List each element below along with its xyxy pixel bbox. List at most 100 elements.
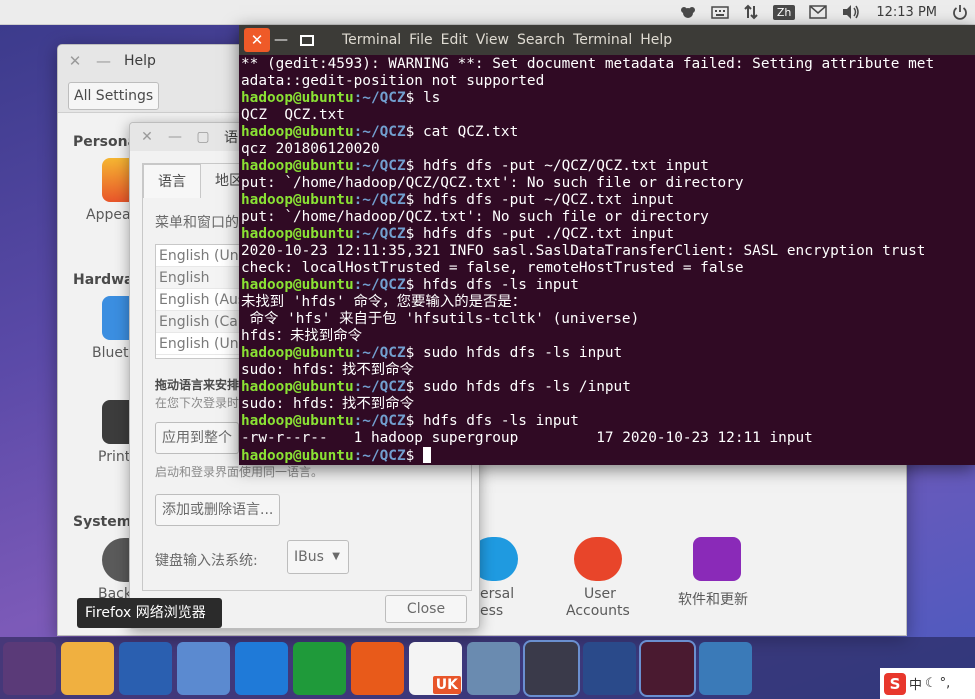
menu-file[interactable]: File [409,32,438,48]
software-updates-icon[interactable] [693,537,741,581]
power-icon[interactable] [945,0,975,25]
terminal-command-line: hadoop@ubuntu:~/QCZ$ hdfs dfs -put ./QCZ… [241,226,973,243]
appearance-label[interactable]: Appea [86,207,131,223]
close-icon[interactable]: ✕ [68,52,82,70]
terminal-output-line: check: localHostTrusted = false, remoteH… [241,260,744,276]
prompt-path: :~/QCZ [353,277,406,293]
menu-help[interactable]: Help [640,32,678,48]
comma-icon[interactable]: °, [940,676,951,691]
bluetooth-label[interactable]: Bluet [92,345,128,361]
universal-access-label[interactable]: ersal [480,586,514,602]
terminal-output[interactable]: ** (gedit:4593): WARNING **: Set documen… [239,55,975,465]
minimize-icon[interactable]: — [96,52,111,70]
close-button[interactable]: Close [385,595,467,623]
menu-edit[interactable]: Edit [441,32,474,48]
command-text: $ ls [405,90,441,106]
volume-icon[interactable] [834,0,868,25]
transfer-icon[interactable] [736,0,766,25]
menu-terminal[interactable]: Terminal [573,32,638,48]
indicator-network-icon[interactable] [672,0,704,25]
terminal-menubar: Terminal File Edit View Search Terminal … [342,32,680,48]
ime-select-value: IBus [294,549,324,565]
command-text: $ hdfs dfs -put ~/QCZ.txt input [405,192,675,208]
terminal-window[interactable]: ✕ — Terminal File Edit View Search Termi… [239,25,975,465]
prompt-user: hadoop@ubuntu [241,345,354,361]
terminal-command-line: hadoop@ubuntu:~/QCZ$ hfds dfs -ls input [241,277,973,294]
prompt-path: :~/QCZ [353,345,406,361]
close-icon[interactable]: ✕ [140,129,154,145]
wps-writer-icon[interactable] [235,641,288,695]
prompt-user: hadoop@ubuntu [241,413,354,429]
uk-badge: UK [432,675,461,694]
prompt-path: :~/QCZ [353,226,406,242]
terminal-command-line: hadoop@ubuntu:~/QCZ$ sudo hfds dfs -ls /… [241,379,973,396]
top-panel: Zh 12:13 PM [0,0,975,25]
all-settings-button[interactable]: All Settings [68,82,160,110]
terminal-command-line: hadoop@ubuntu:~/QCZ$ ls [241,90,973,107]
command-text: $ cat QCZ.txt [405,124,519,140]
prompt-user: hadoop@ubuntu [241,90,354,106]
files-icon[interactable] [61,641,114,695]
input-method-indicator[interactable]: Zh [766,0,803,25]
user-accounts-icon[interactable] [574,537,622,581]
mail-icon[interactable] [802,0,834,25]
prompt-path: :~/QCZ [353,413,406,429]
menu-language-heading: 菜单和窗口的 [155,215,239,231]
prompt-path: :~/QCZ [353,192,406,208]
robot-app-icon[interactable] [467,641,520,695]
user-accounts-label[interactable]: User [584,586,616,602]
command-text: $ hdfs dfs -put ~/QCZ/QCZ.txt input [405,158,709,174]
wps-spreadsheet-icon[interactable] [293,641,346,695]
ime-select[interactable]: IBus ▼ [287,540,349,574]
command-text: $ sudo hfds dfs -ls input [405,345,623,361]
chromium-icon[interactable] [177,641,230,695]
terminal-command-line: hadoop@ubuntu:~/QCZ$ hdfs dfs -put ~/QCZ… [241,192,973,209]
maximize-icon[interactable]: ▢ [196,129,210,145]
wps-presentation-icon[interactable] [351,641,404,695]
menu-view[interactable]: View [476,32,515,48]
globe-icon[interactable] [699,641,752,695]
terminal-output-line: sudo: hfds：找不到命令 [241,362,414,378]
screen-record-icon[interactable] [639,639,696,697]
prompt-path: :~/QCZ [353,448,406,464]
terminal-icon[interactable] [523,639,580,697]
menu-terminal-app[interactable]: Terminal [342,32,407,48]
firefox-icon[interactable] [119,641,172,695]
launcher-tooltip: Firefox 网络浏览器 [77,598,222,628]
printers-label[interactable]: Print [98,449,130,465]
prompt-path: :~/QCZ [353,90,406,106]
terminal-command-line: hadoop@ubuntu:~/QCZ$ hdfs dfs -ls input [241,413,973,430]
clock[interactable]: 12:13 PM [868,0,945,25]
moon-icon[interactable]: ☾ [925,676,937,691]
user-accounts-label-2[interactable]: Accounts [566,603,630,619]
tray-lang[interactable]: 中 [909,674,922,693]
prompt-user: hadoop@ubuntu [241,124,354,140]
drag-subhint: 在您下次登录时 [155,396,240,410]
sogou-icon[interactable]: S [884,672,906,695]
terminal-output-line: ** (gedit:4593): WARNING **: Set documen… [241,56,935,72]
menu-search[interactable]: Search [517,32,571,48]
minimize-icon[interactable]: — [270,32,292,48]
terminal-output-line: qcz 201806120020 [241,141,380,157]
software-center-icon[interactable]: UK [409,641,462,695]
terminal-output-line: sudo: hfds：找不到命令 [241,396,414,412]
add-remove-languages-button[interactable]: 添加或删除语言... [155,494,281,526]
command-text: $ hdfs dfs -ls input [405,413,579,429]
ubuntu-dash-icon[interactable] [3,641,56,695]
tab-language[interactable]: 语言 [143,164,201,198]
terminal-output-line: 2020-10-23 12:11:35,321 INFO sasl.SaslDa… [241,243,926,259]
close-icon[interactable]: ✕ [244,28,270,52]
terminal-output-line: -rw-r--r-- 1 hadoop supergroup 17 2020-1… [241,430,813,446]
folder-app-icon[interactable] [583,641,636,695]
software-updates-label[interactable]: 软件和更新 [678,589,748,609]
terminal-current-prompt: hadoop@ubuntu:~/QCZ$ [241,447,973,465]
universal-access-label-2[interactable]: ess [480,603,503,619]
maximize-icon[interactable] [300,34,314,46]
language-dialog-title: 语 [224,130,238,146]
keyboard-icon[interactable] [704,0,736,25]
prompt-user: hadoop@ubuntu [241,379,354,395]
terminal-titlebar: ✕ — Terminal File Edit View Search Termi… [239,25,975,55]
terminal-output-line: 未找到 'hfds' 命令，您要输入的是否是： [241,294,527,310]
minimize-icon[interactable]: — [168,129,182,145]
apply-system-wide-button[interactable]: 应用到整个 [155,422,239,454]
